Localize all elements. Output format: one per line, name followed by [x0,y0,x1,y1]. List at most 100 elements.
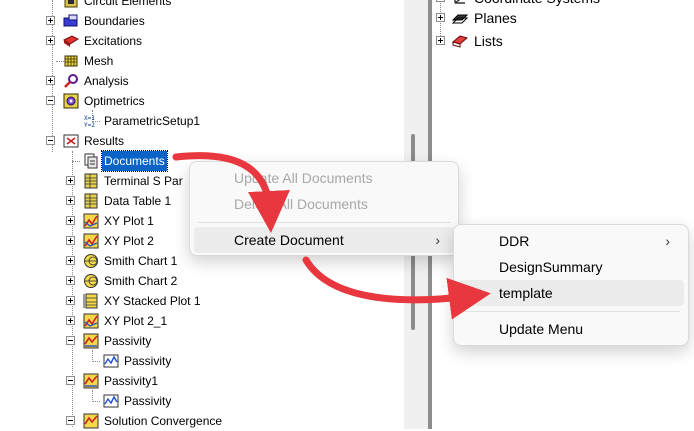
tree-item-label: Solution Convergence [104,414,223,428]
menu-separator [462,311,680,312]
menu-item-update-all-documents[interactable]: Update All Documents [194,165,454,191]
expand-icon[interactable] [66,296,75,305]
tree-item-label: XY Plot 1 [104,214,154,228]
tree-item-passivity-trace[interactable]: Passivity [0,351,400,371]
tree-item-mesh[interactable]: Mesh [0,51,400,71]
collapse-icon[interactable] [46,136,55,145]
expand-icon[interactable] [66,256,75,265]
planes-icon [452,14,468,24]
trace-icon [103,394,119,408]
tree-item-analysis[interactable]: Analysis [0,71,400,91]
expand-icon[interactable] [436,0,445,2]
expand-icon[interactable] [46,36,55,45]
passivity-icon [83,333,99,349]
expand-icon[interactable] [66,236,75,245]
create-document-submenu: DDR › DesignSummary template Update Menu [453,224,689,346]
menu-item-ddr[interactable]: DDR › [458,228,684,254]
tree-item-coordinate-systems[interactable]: Coordinate Systems [432,0,692,8]
context-menu: Update All Documents Delete All Document… [189,161,459,256]
tree-item-excitations[interactable]: Excitations [0,31,400,51]
menu-item-label: Create Document [234,232,344,248]
tree-item-results[interactable]: Results [0,131,400,151]
properties-tree-pane: Coordinate Systems Planes Lists [432,0,694,429]
tree-item-label: Documents [101,150,168,172]
tree-item-smith-chart-2[interactable]: Smith Chart 2 [0,271,400,291]
tree-item-solution-convergence[interactable]: Solution Convergence [0,411,400,431]
expand-icon[interactable] [46,16,55,25]
expand-icon[interactable] [46,76,55,85]
menu-item-create-document[interactable]: Create Document › [194,227,454,253]
menu-item-delete-all-documents[interactable]: Delete All Documents [194,191,454,217]
tree-item-xy-plot-2-1[interactable]: XY Plot 2_1 [0,311,400,331]
tree-item-label: XY Stacked Plot 1 [104,294,201,308]
menu-item-update-menu[interactable]: Update Menu [458,316,684,342]
tree-item-label: XY Plot 2 [104,234,154,248]
submenu-arrow-icon: › [665,233,670,249]
expand-icon[interactable] [66,216,75,225]
tree-item-label: Lists [474,33,503,49]
tree-item-lists[interactable]: Lists [432,31,692,51]
svg-text:Y=2: Y=2 [84,122,95,129]
excitations-icon [63,35,79,47]
circuit-elements-icon [64,0,78,8]
xy-plot-icon [83,213,99,229]
menu-item-label: DesignSummary [499,259,603,275]
collapse-icon[interactable] [66,336,75,345]
table-icon [84,193,98,209]
xy-plot-icon [83,313,99,329]
coordinate-systems-icon [454,0,465,4]
expand-icon[interactable] [66,196,75,205]
menu-item-label: DDR [499,233,530,249]
tree-item-optimetrics[interactable]: Optimetrics [0,91,400,111]
menu-item-label: Update All Documents [234,170,373,186]
tree-item-label: Smith Chart 1 [104,254,178,268]
tree-item-label: XY Plot 2_1 [104,314,168,328]
smith-chart-icon [84,254,98,268]
expand-icon[interactable] [66,316,75,325]
lists-icon [452,35,468,48]
tree-item-label: Passivity [124,354,172,368]
menu-item-label: template [499,285,553,301]
submenu-arrow-icon: › [435,232,440,248]
tree-item-label: Boundaries [84,14,145,28]
tree-item-passivity[interactable]: Passivity [0,331,400,351]
tree-item-label: Passivity [124,394,172,408]
tree-item-circuit-elements[interactable]: Circuit Elements [0,0,400,11]
expand-icon[interactable] [66,176,75,185]
menu-item-label: Delete All Documents [234,196,368,212]
xy-plot-icon [83,233,99,249]
tree-item-label: Analysis [84,74,129,88]
boundaries-icon [63,14,78,27]
tree-item-label: Planes [474,10,517,26]
expand-icon[interactable] [66,276,75,285]
tree-item-label: Data Table 1 [104,194,172,208]
stacked-plot-icon [83,293,98,309]
tree-item-label: Optimetrics [84,94,145,108]
menu-separator [198,222,450,223]
tree-item-parametric-setup[interactable]: X=1 Y=2 ParametricSetup1 [0,111,400,131]
menu-item-template[interactable]: template [458,280,684,306]
tree-item-xy-stacked-plot-1[interactable]: XY Stacked Plot 1 [0,291,400,311]
expand-icon[interactable] [436,36,445,45]
menu-item-design-summary[interactable]: DesignSummary [458,254,684,280]
svg-text:X=1: X=1 [84,115,95,122]
tree-item-label: Circuit Elements [84,0,172,8]
tree-item-planes[interactable]: Planes [432,8,692,28]
convergence-icon [83,413,99,429]
collapse-icon[interactable] [66,376,75,385]
documents-icon [84,153,98,169]
tree-item-label: Smith Chart 2 [104,274,178,288]
collapse-icon[interactable] [46,96,55,105]
tree-item-label: Passivity [104,334,152,348]
table-icon [84,173,98,189]
results-icon [63,134,79,148]
collapse-icon[interactable] [66,416,75,425]
tree-item-label: Coordinate Systems [474,0,600,8]
tree-item-boundaries[interactable]: Boundaries [0,11,400,31]
tree-item-passivity1-trace[interactable]: Passivity [0,391,400,411]
smith-chart-icon [84,274,98,288]
tree-item-label: ParametricSetup1 [104,114,201,128]
expand-icon[interactable] [436,13,445,22]
mesh-icon [64,55,78,67]
tree-item-passivity1[interactable]: Passivity1 [0,371,400,391]
